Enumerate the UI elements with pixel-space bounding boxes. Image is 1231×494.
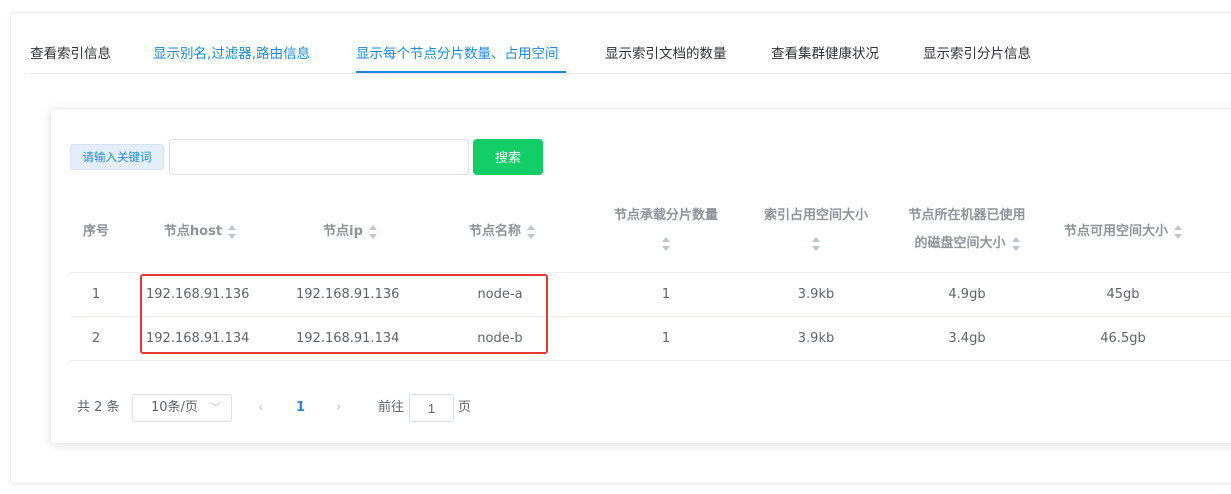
tab-doc-count[interactable]: 显示索引文档的数量 bbox=[605, 36, 727, 73]
pagination-total: 共 2 条 bbox=[77, 400, 120, 415]
row-divider bbox=[70, 360, 1231, 361]
cell-disk-avail: 45gb bbox=[1106, 287, 1140, 302]
chevron-down-icon: ﹀ bbox=[210, 401, 221, 414]
active-tab-indicator bbox=[356, 71, 566, 73]
cell-disk-used: 4.9gb bbox=[948, 287, 986, 302]
page-number-current[interactable]: 1 bbox=[296, 396, 305, 420]
goto-page-input[interactable] bbox=[409, 394, 454, 422]
sort-icon[interactable] bbox=[812, 236, 820, 251]
tab-node-shard-space[interactable]: 显示每个节点分片数量、占用空间 bbox=[356, 36, 559, 73]
sort-icon[interactable] bbox=[228, 224, 237, 239]
col-header-index-space[interactable]: 索引占用空间大小 bbox=[746, 202, 886, 258]
keyword-input[interactable] bbox=[169, 139, 469, 175]
page-size-select[interactable]: 10条/页 ﹀ bbox=[132, 394, 232, 422]
keyword-label: 请输入关键词 bbox=[70, 144, 164, 170]
col-header-name[interactable]: 节点名称 bbox=[432, 218, 572, 246]
col-header-ip[interactable]: 节点ip bbox=[280, 218, 420, 246]
cell-index: 2 bbox=[91, 331, 101, 346]
sort-icon[interactable] bbox=[662, 236, 670, 251]
cell-index: 1 bbox=[91, 287, 101, 302]
prev-page-button[interactable]: ‹ bbox=[258, 396, 263, 420]
tab-bar: 查看索引信息 显示别名,过滤器,路由信息 显示每个节点分片数量、占用空间 显示索… bbox=[30, 36, 1230, 74]
search-button[interactable]: 搜索 bbox=[473, 139, 543, 175]
cell-index-space: 3.9kb bbox=[797, 331, 835, 346]
goto-label: 前往 bbox=[378, 400, 405, 415]
col-header-disk-used[interactable]: 节点所在机器已使用 的磁盘空间大小 bbox=[892, 202, 1042, 258]
tab-cluster-health[interactable]: 查看集群健康状况 bbox=[771, 36, 879, 73]
goto-unit: 页 bbox=[458, 400, 472, 415]
tab-shard-info[interactable]: 显示索引分片信息 bbox=[923, 36, 1031, 73]
sort-icon[interactable] bbox=[527, 224, 535, 239]
cell-shard-count: 1 bbox=[661, 287, 671, 302]
cell-index-space: 3.9kb bbox=[797, 287, 835, 302]
next-page-button[interactable]: › bbox=[336, 396, 341, 420]
cell-shard-count: 1 bbox=[661, 331, 671, 346]
sort-icon[interactable] bbox=[1011, 236, 1020, 251]
col-header-disk-avail[interactable]: 节点可用空间大小 bbox=[1050, 218, 1196, 246]
highlight-box bbox=[140, 274, 548, 354]
col-header-index: 序号 bbox=[82, 224, 109, 239]
tab-index-info[interactable]: 查看索引信息 bbox=[30, 36, 111, 73]
col-header-host[interactable]: 节点host bbox=[130, 218, 270, 246]
tab-alias-filter-routing[interactable]: 显示别名,过滤器,路由信息 bbox=[153, 36, 310, 73]
cell-disk-used: 3.4gb bbox=[948, 331, 986, 346]
cell-disk-avail: 46.5gb bbox=[1100, 331, 1146, 346]
page-size-value: 10条/页 bbox=[151, 400, 198, 415]
sort-icon[interactable] bbox=[1174, 224, 1182, 239]
sort-icon[interactable] bbox=[368, 224, 377, 239]
col-header-shard-count[interactable]: 节点承载分片数量 bbox=[596, 202, 736, 258]
